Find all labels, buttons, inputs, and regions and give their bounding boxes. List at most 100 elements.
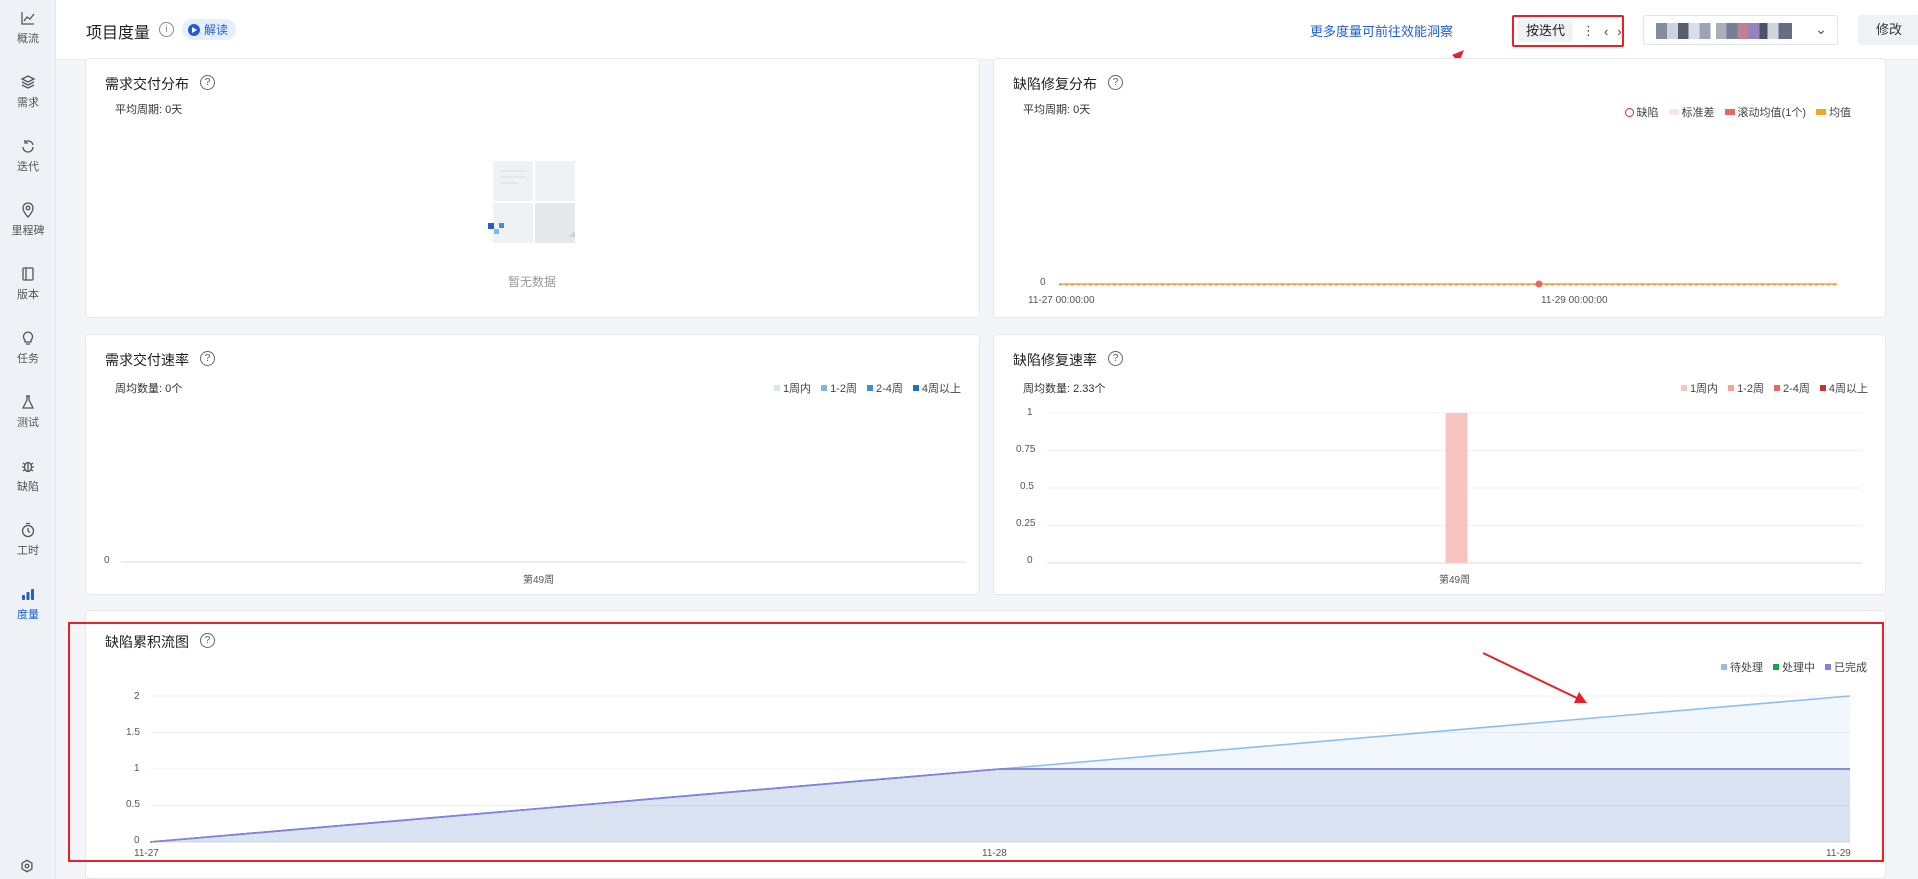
help-icon[interactable]: ? [1108,75,1123,90]
legend-item[interactable]: 标准差 [1668,104,1715,120]
req-rate-plot [121,561,966,563]
page-title: 项目度量 [86,25,151,42]
y-tick-label: 0 [1040,277,1046,288]
y-tick-label: 2 [134,691,140,702]
legend-item[interactable]: 2-4周 [866,380,903,396]
nav-label: 概流 [17,33,39,45]
legend-item[interactable]: 1周内 [773,380,811,396]
next-iteration-icon[interactable]: › [1617,24,1621,39]
nav-item-tasks[interactable]: 任务 [0,320,56,376]
y-tick-label: 0.5 [126,799,140,810]
legend-swatch [1624,107,1634,117]
nav-label: 需求 [17,97,39,109]
legend-swatch [821,385,828,391]
card-title: 需求交付分布 [105,76,189,92]
refresh-cycle-icon [22,140,34,153]
bug-point [1535,280,1543,288]
chart-legend: 1周内 1-2周 2-4周 4周以上 [764,380,961,396]
avg-cycle-text: 平均周期: 0天 [1023,104,1091,116]
nav-item-worktime[interactable]: 工时 [0,512,56,568]
edit-button[interactable]: 修改 [1858,15,1918,45]
chart-legend: 待处理 处理中 已完成 [1711,659,1867,675]
empty-state-illustration [488,161,575,243]
help-icon[interactable]: ? [200,75,215,90]
card-title: 缺陷累积流图 [105,634,189,650]
bug-icon [22,461,34,473]
y-tick-label: 1 [134,763,140,774]
layers-icon [20,75,36,89]
bug-cumulative-flow-card: 缺陷累积流图 ? 待处理 处理中 已完成 2 1.5 1 0.5 0 11-27… [85,610,1886,879]
legend-item[interactable]: 2-4周 [1773,380,1810,396]
iteration-mode-select[interactable]: 按迭代 [1518,20,1574,42]
nav-label: 版本 [17,289,39,301]
settings-gear-icon[interactable] [20,859,34,873]
interpret-button[interactable]: 解读 [182,19,237,40]
legend-item[interactable]: 待处理 [1721,659,1763,675]
legend-item[interactable]: 4周以上 [1819,380,1868,396]
flask-icon [21,395,35,409]
card-title: 缺陷修复分布 [1013,76,1097,92]
y-tick-label: 0.75 [1016,444,1036,455]
help-icon[interactable]: ? [1108,351,1123,366]
legend-label: 已完成 [1834,662,1867,674]
legend-swatch [1816,109,1826,115]
y-tick-label: 0.25 [1016,518,1036,529]
legend-item[interactable]: 1-2周 [821,380,857,396]
help-icon[interactable]: ? [200,351,215,366]
legend-label: 1周内 [1689,383,1719,395]
nav-label: 缺陷 [17,481,39,493]
info-icon[interactable]: i [159,22,174,37]
weekly-avg-text: 周均数量: 2.33个 [1023,383,1106,395]
legend-item[interactable]: 4周以上 [912,380,961,396]
nav-item-testing[interactable]: 测试 [0,384,56,440]
legend-swatch [1819,385,1826,391]
x-tick-label: 11-27 00:00:00 [1028,295,1095,306]
nav-item-iterations[interactable]: 迭代 [0,128,56,184]
prev-iteration-icon[interactable]: ‹ [1604,24,1608,39]
chart-legend: 1周内 1-2周 2-4周 4周以上 [1671,380,1868,396]
y-tick-label: 0 [134,835,140,846]
location-pin-icon [22,202,34,218]
empty-state-text: 暂无数据 [508,275,557,289]
legend-item[interactable]: 滚动均值(1个) [1724,104,1806,120]
efficiency-insight-link[interactable]: 更多度量可前往效能洞察 [1310,21,1453,40]
legend-item[interactable]: 缺陷 [1624,104,1659,120]
legend-swatch [1668,109,1679,115]
x-tick-label: 第49周 [1439,575,1471,586]
top-bar: 项目度量 i 解读 更多度量可前往效能洞察 按迭代 ⋮ ‹ › ⌄ 修改 ··· [56,0,1918,60]
nav-item-metrics[interactable]: 度量 [0,576,56,632]
chart-legend: 缺陷 标准差 滚动均值(1个) 均值 [1615,104,1851,120]
req-delivery-rate-card: 需求交付速率 ? 周均数量: 0个 1周内 1-2周 2-4周 4周以上 0 第… [85,334,980,595]
legend-item[interactable]: 均值 [1816,104,1851,120]
legend-item[interactable]: 处理中 [1773,659,1815,675]
legend-swatch [1728,385,1735,391]
bug-dist-plot [1059,280,1837,288]
nav-item-milestones[interactable]: 里程碑 [0,192,56,248]
nav-label: 迭代 [17,161,39,173]
iteration-more-icon[interactable]: ⋮ [1582,23,1595,39]
x-tick-label: 第49周 [523,575,555,586]
iteration-dropdown[interactable]: ⌄ [1643,15,1838,45]
nav-item-overview[interactable]: 概流 [0,0,56,56]
nav-label: 里程碑 [11,225,45,237]
play-icon [188,23,200,36]
avg-cycle-text: 平均周期: 0天 [115,104,183,116]
sidebar: 概流 需求 迭代 里程碑 版本 任务 测试 缺陷 工时 度量 [0,0,56,879]
legend-item[interactable]: 1-2周 [1728,380,1764,396]
nav-item-versions[interactable]: 版本 [0,256,56,312]
legend-swatch [912,385,919,391]
legend-item[interactable]: 1周内 [1680,380,1719,396]
nav-item-requirements[interactable]: 需求 [0,64,56,120]
legend-label: 2-4周 [1782,383,1810,395]
legend-item[interactable]: 已完成 [1825,659,1867,675]
nav-item-bugs[interactable]: 缺陷 [0,448,56,504]
nav-label: 度量 [17,609,39,621]
legend-swatch [1773,664,1779,670]
legend-swatch [1724,109,1735,115]
annotation-arrow-chart [1482,652,1587,703]
legend-swatch [1680,385,1687,391]
trend-chart-icon [21,12,35,25]
legend-label: 2-4周 [875,383,903,395]
help-icon[interactable]: ? [200,633,215,648]
redacted-iteration-name [1656,23,1792,39]
